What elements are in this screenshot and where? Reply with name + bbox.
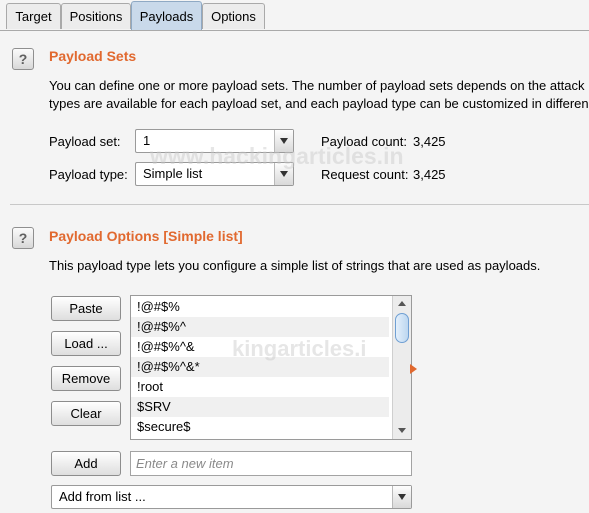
request-count-label: Request count: bbox=[321, 167, 409, 182]
list-scrollbar[interactable] bbox=[392, 296, 411, 439]
payload-sets-description-line1: You can define one or more payload sets.… bbox=[49, 78, 585, 93]
tab-target[interactable]: Target bbox=[6, 3, 61, 29]
new-item-field[interactable] bbox=[130, 451, 412, 476]
clear-button[interactable]: Clear bbox=[51, 401, 121, 426]
tab-options[interactable]: Options bbox=[202, 3, 265, 29]
chevron-down-icon[interactable] bbox=[392, 486, 411, 508]
arrow-right-icon bbox=[410, 364, 417, 374]
payload-count-label: Payload count: bbox=[321, 134, 408, 149]
scroll-down-icon[interactable] bbox=[393, 423, 411, 439]
list-item[interactable]: !@#$%^ bbox=[131, 317, 389, 337]
section-divider bbox=[10, 204, 589, 205]
add-from-list-select[interactable]: Add from list ... bbox=[51, 485, 412, 509]
list-item[interactable]: !@#$%^& bbox=[131, 337, 389, 357]
payload-list[interactable]: !@#$% !@#$%^ !@#$%^& !@#$%^&* !root $SRV… bbox=[130, 295, 412, 440]
list-item[interactable]: !@#$% bbox=[131, 297, 389, 317]
help-icon[interactable]: ? bbox=[12, 48, 34, 70]
list-item[interactable]: !@#$%^&* bbox=[131, 357, 389, 377]
load-button[interactable]: Load ... bbox=[51, 331, 121, 356]
request-count-value: 3,425 bbox=[413, 167, 446, 182]
help-icon[interactable]: ? bbox=[12, 227, 34, 249]
tab-bar: Target Positions Payloads Options bbox=[0, 0, 589, 31]
payload-sets-title: Payload Sets bbox=[49, 48, 137, 64]
remove-button[interactable]: Remove bbox=[51, 366, 121, 391]
list-item[interactable]: $secure$ bbox=[131, 417, 389, 437]
paste-button[interactable]: Paste bbox=[51, 296, 121, 321]
payload-count-value: 3,425 bbox=[413, 134, 446, 149]
tab-payloads[interactable]: Payloads bbox=[131, 1, 202, 31]
scroll-up-icon[interactable] bbox=[393, 296, 411, 312]
payload-sets-description-line2: types are available for each payload set… bbox=[49, 96, 589, 111]
tab-positions[interactable]: Positions bbox=[61, 3, 131, 29]
payload-type-label: Payload type: bbox=[49, 167, 128, 182]
payload-set-label: Payload set: bbox=[49, 134, 121, 149]
payload-set-value: 1 bbox=[143, 133, 151, 148]
add-button[interactable]: Add bbox=[51, 451, 121, 476]
list-item[interactable]: $SRV bbox=[131, 397, 389, 417]
payload-options-title: Payload Options [Simple list] bbox=[49, 228, 243, 244]
payload-set-select[interactable]: 1 bbox=[135, 129, 294, 153]
payload-options-description: This payload type lets you configure a s… bbox=[49, 258, 541, 273]
list-item[interactable]: !root bbox=[131, 377, 389, 397]
chevron-down-icon[interactable] bbox=[274, 130, 293, 152]
payload-type-value: Simple list bbox=[143, 166, 203, 181]
add-from-list-value: Add from list ... bbox=[59, 489, 146, 504]
tab-divider bbox=[0, 30, 589, 31]
new-item-input[interactable] bbox=[131, 452, 406, 475]
chevron-down-icon[interactable] bbox=[274, 163, 293, 185]
payload-type-select[interactable]: Simple list bbox=[135, 162, 294, 186]
scroll-thumb[interactable] bbox=[395, 313, 409, 343]
